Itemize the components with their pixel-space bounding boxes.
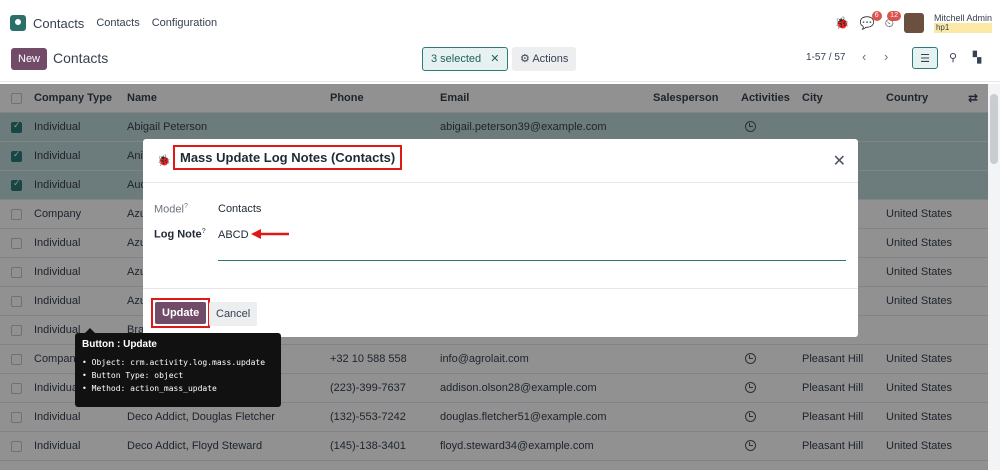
unselect-close-icon[interactable]: ✕ <box>490 53 499 65</box>
help-icon[interactable]: ? <box>202 228 206 235</box>
cancel-button[interactable]: Cancel <box>209 302 258 326</box>
nav-app-name[interactable]: Contacts <box>33 16 84 31</box>
title-highlight-box: Mass Update Log Notes (Contacts) <box>173 145 403 170</box>
control-panel: New Contacts 3 selected ✕ ⚙ Actions 1-57… <box>0 38 1000 82</box>
selection-counter[interactable]: 3 selected ✕ <box>422 47 509 71</box>
user-avatar[interactable] <box>903 13 924 33</box>
breadcrumb-title: Contacts <box>53 50 109 66</box>
activities-badge: 12 <box>887 10 901 21</box>
db-name: hp1 <box>933 23 992 33</box>
tooltip-details: Object: crm.activity.log.mass.update But… <box>82 356 274 395</box>
messages-badge: 6 <box>871 11 882 21</box>
activities-clock-icon[interactable]: ⏲ 12 <box>885 10 901 31</box>
actions-label: Actions <box>532 53 569 65</box>
pager-next-icon[interactable]: › <box>884 49 888 64</box>
messages-icon[interactable]: 💬 6 <box>860 11 882 30</box>
debug-bug-icon: 🐞 <box>157 155 171 167</box>
pager-value[interactable]: 1-57 / 57 <box>806 52 845 63</box>
new-button[interactable]: New <box>11 48 48 70</box>
annotation-arrow-icon <box>251 229 289 239</box>
pager-prev-icon[interactable]: ‹ <box>862 49 866 64</box>
close-icon[interactable]: ✕ <box>833 151 846 171</box>
log-note-label: Log Note? <box>154 228 206 241</box>
update-button[interactable]: Update <box>155 302 207 324</box>
map-view-icon[interactable]: ⚲ <box>940 47 966 69</box>
top-strip <box>0 0 1000 8</box>
user-name: Mitchell Admin <box>933 13 992 23</box>
user-menu[interactable]: Mitchell Admin hp1 <box>933 13 992 33</box>
log-note-input[interactable]: ABCD <box>218 229 249 241</box>
top-navbar: Contacts Contacts Configuration 🐞 💬 6 ⏲ 12… <box>0 8 1000 38</box>
model-value: Contacts <box>218 203 262 215</box>
selected-label: 3 selected <box>431 53 482 65</box>
gear-icon: ⚙ <box>520 53 530 65</box>
model-label: Model? <box>154 203 188 216</box>
nav-menu-configuration[interactable]: Configuration <box>152 17 217 29</box>
tooltip-title: Button : Update <box>82 339 157 350</box>
nav-menu-contacts[interactable]: Contacts <box>96 17 139 29</box>
kanban-view-icon[interactable]: ▚ <box>964 47 990 69</box>
contacts-app-icon[interactable] <box>10 15 26 31</box>
actions-button[interactable]: ⚙ Actions <box>512 47 577 71</box>
log-note-field-underline[interactable] <box>218 260 846 261</box>
dialog-title: Mass Update Log Notes (Contacts) <box>180 150 396 165</box>
button-tooltip: Button : Update Object: crm.activity.log… <box>75 333 281 407</box>
list-view-icon[interactable]: ☰ <box>912 47 938 69</box>
tooltip-button-type: Button Type: object <box>82 369 274 382</box>
help-icon[interactable]: ? <box>184 203 188 210</box>
tooltip-object: Object: crm.activity.log.mass.update <box>82 356 274 369</box>
dialog-footer-divider <box>143 288 858 289</box>
update-highlight-box: Update <box>151 298 211 328</box>
scrollbar-thumb[interactable] <box>990 94 998 164</box>
tooltip-method: Method: action_mass_update <box>82 382 274 395</box>
list-scrollbar[interactable] <box>988 84 1000 470</box>
navbar-systray: 🐞 💬 6 ⏲ 12 Mitchell Admin hp1 <box>835 8 992 38</box>
debug-bug-icon[interactable]: 🐞 <box>835 16 850 30</box>
dialog-header: 🐞 Mass Update Log Notes (Contacts) ✕ <box>143 139 858 183</box>
